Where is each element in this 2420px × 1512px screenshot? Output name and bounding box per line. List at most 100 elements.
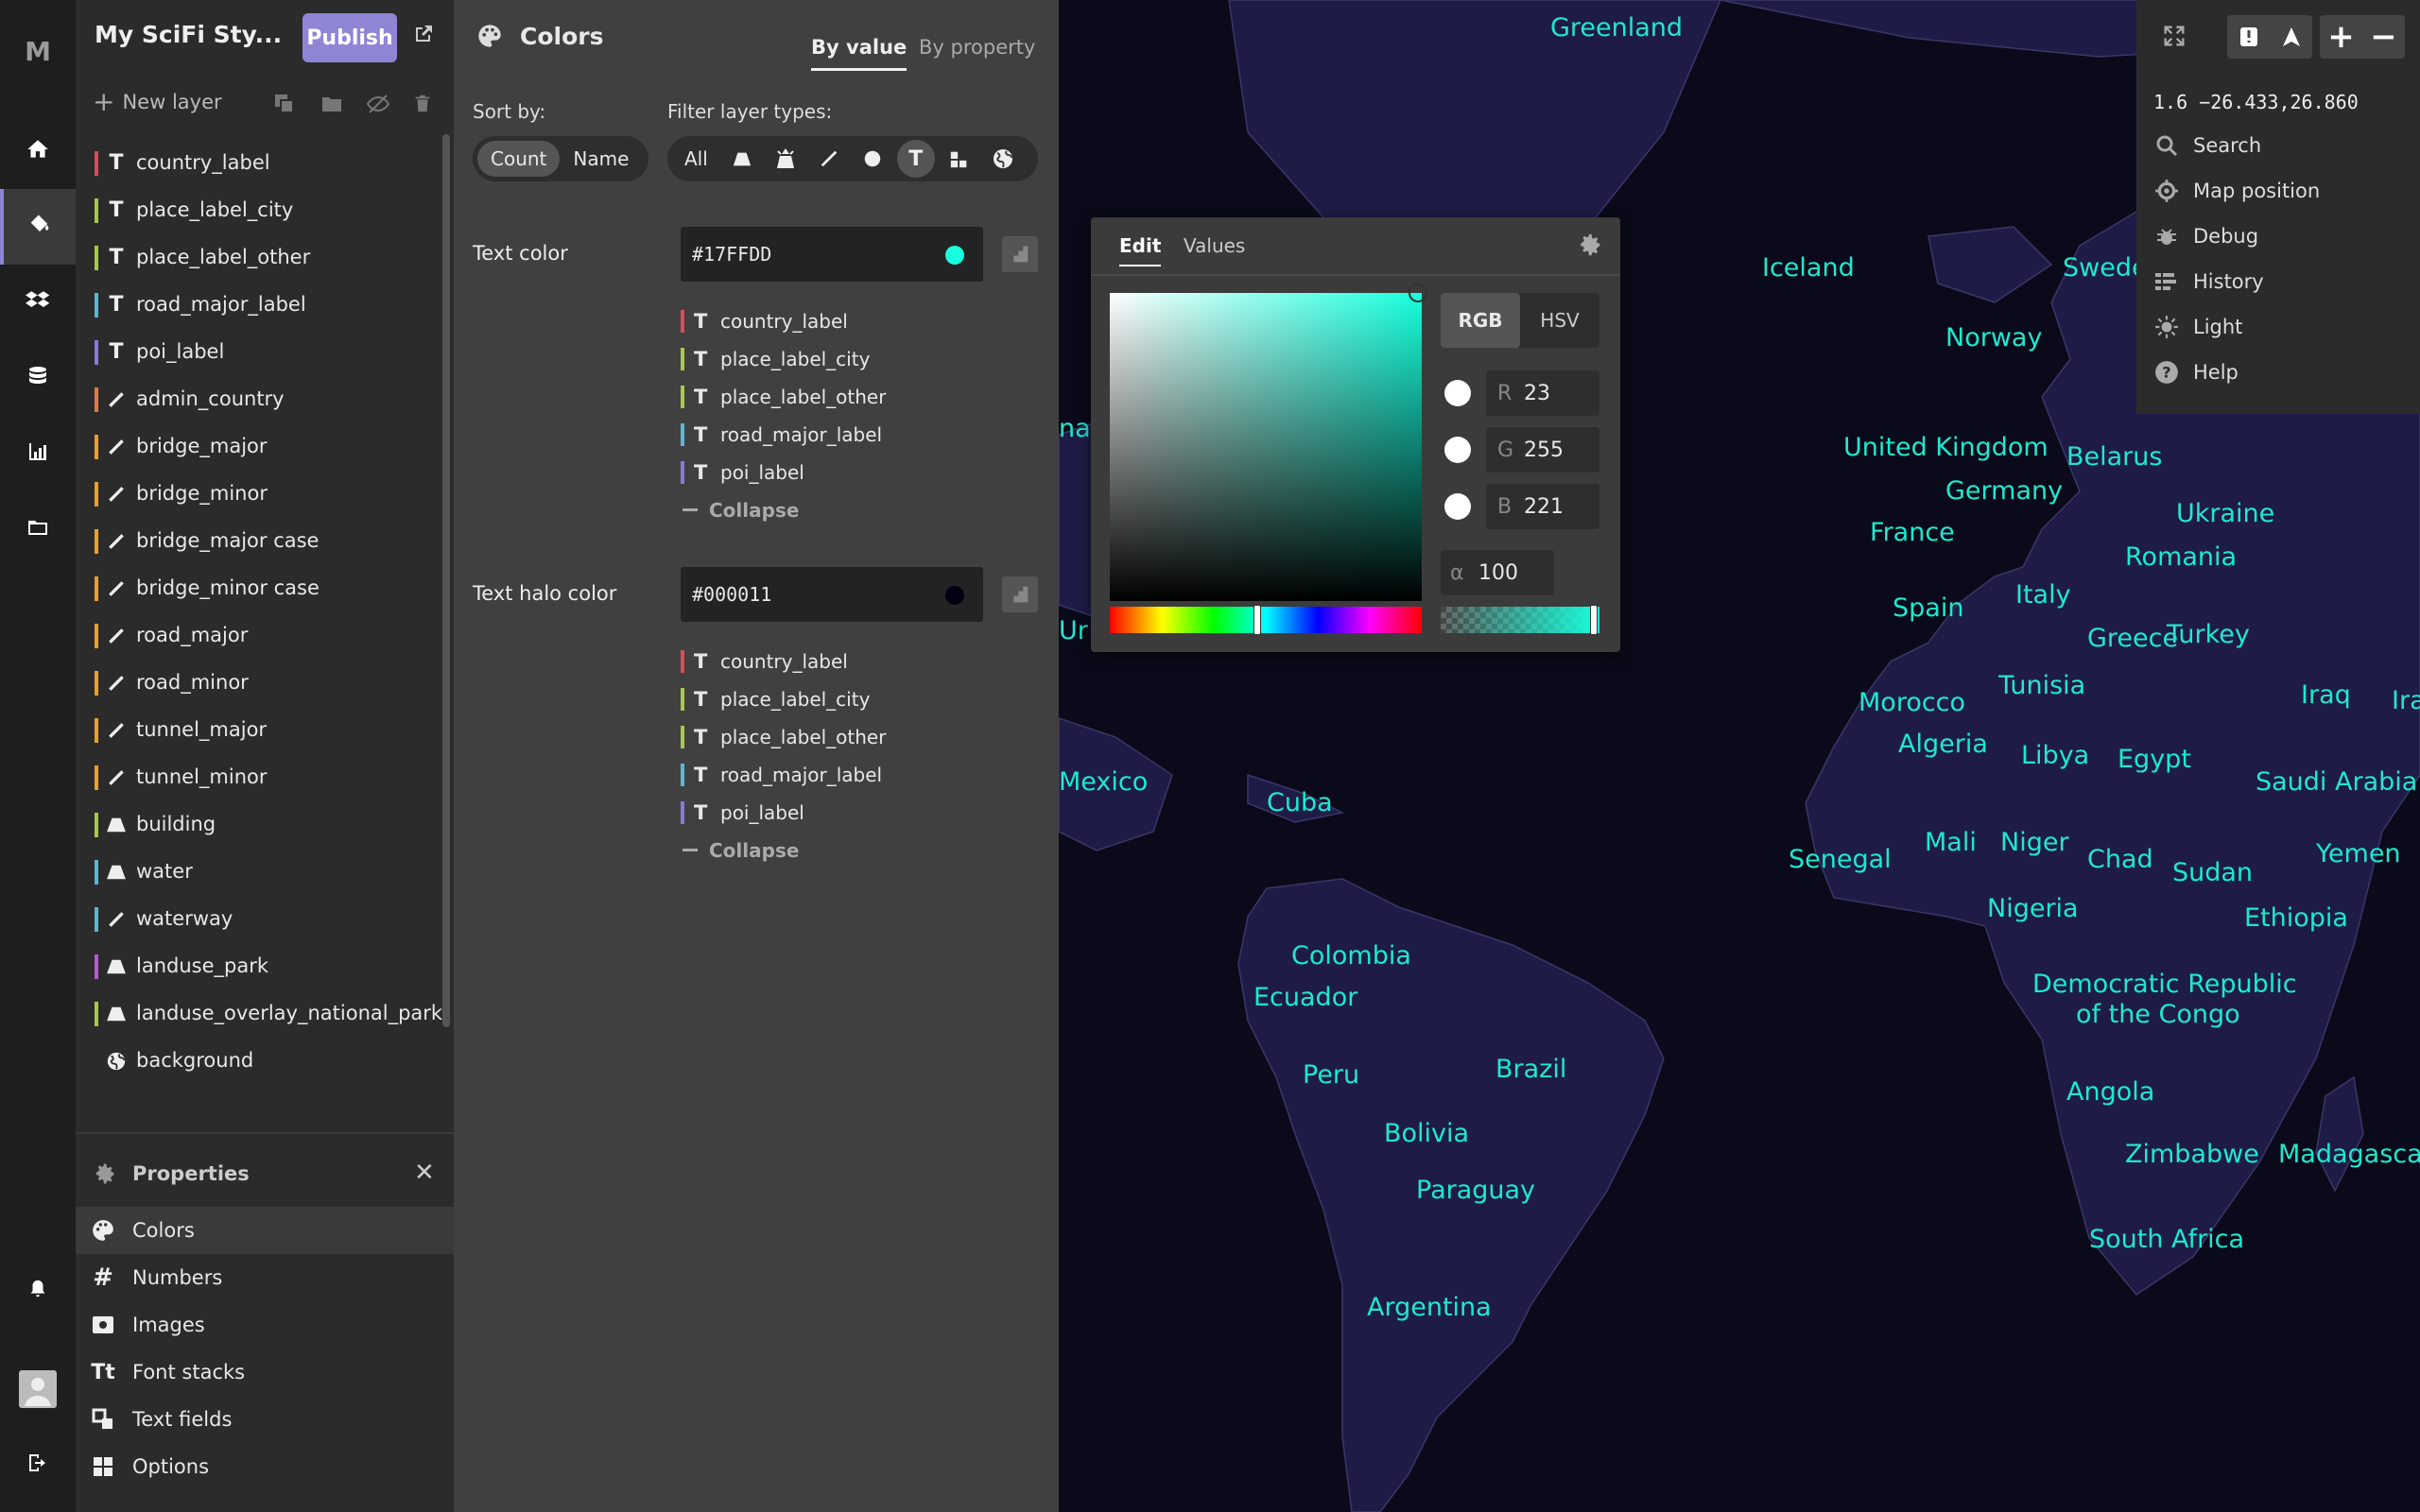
color-swatch[interactable] [945, 246, 964, 265]
zoom-in-button[interactable]: + [2320, 15, 2362, 59]
alpha-handle[interactable] [1590, 605, 1598, 635]
reset-bearing-button[interactable] [2227, 15, 2270, 59]
publish-button[interactable]: Publish [302, 13, 397, 62]
layer-name: waterway [136, 907, 233, 930]
picker-settings-gear-icon[interactable] [1575, 231, 1603, 263]
hue-handle[interactable] [1253, 605, 1261, 635]
mode-rgb-button[interactable]: RGB [1441, 293, 1520, 348]
heatmap-type-icon[interactable] [941, 148, 978, 169]
layer-item[interactable]: bridge_minor [76, 471, 440, 518]
trash-icon[interactable] [412, 91, 433, 119]
sort-name-button[interactable]: Name [560, 141, 642, 177]
layer-item[interactable]: road_minor [76, 660, 440, 707]
layer-item[interactable]: waterway [76, 896, 440, 943]
notifications-button[interactable] [0, 1253, 76, 1329]
color-value-field[interactable]: #000011 [681, 567, 983, 622]
filter-all-button[interactable]: All [675, 141, 717, 177]
stairs-icon[interactable] [1002, 236, 1038, 272]
files-nav-button[interactable] [0, 491, 76, 567]
g-input[interactable]: G 255 [1486, 427, 1599, 472]
g-channel-radio[interactable] [1444, 437, 1471, 463]
layer-item[interactable]: background [76, 1038, 440, 1085]
properties-item[interactable]: # Numbers [76, 1254, 454, 1301]
properties-item[interactable]: Options [76, 1443, 454, 1490]
stats-nav-button[interactable] [0, 416, 76, 491]
symbol-type-icon[interactable]: T [896, 140, 935, 178]
map-label-sudan: Sudan [2172, 858, 2254, 887]
layer-item[interactable]: Tplace_label_city [76, 187, 440, 234]
duplicate-icon[interactable] [272, 93, 297, 119]
properties-item[interactable]: Colors [76, 1207, 454, 1254]
b-channel-radio[interactable] [1444, 493, 1471, 520]
layer-item[interactable]: bridge_major [76, 423, 440, 471]
picker-tab-values[interactable]: Values [1184, 234, 1245, 257]
folder-group-icon[interactable] [320, 93, 344, 119]
map-label-nigeria: Nigeria [1987, 894, 2079, 923]
saturation-value-area[interactable] [1110, 293, 1422, 601]
user-avatar-button[interactable] [0, 1351, 76, 1427]
external-link-icon[interactable] [412, 23, 435, 49]
style-nav-button[interactable] [0, 189, 76, 265]
logout-button[interactable] [0, 1427, 76, 1503]
color-value-field[interactable]: #17FFDD [681, 227, 983, 282]
sources-nav-button[interactable] [0, 265, 76, 340]
layer-item[interactable]: water [76, 849, 440, 896]
map-tool-map-position[interactable]: Map position [2153, 172, 2320, 210]
alpha-slider[interactable] [1441, 607, 1599, 633]
compass-icon[interactable] [2270, 15, 2312, 59]
layer-item[interactable]: admin_country [76, 376, 440, 423]
layer-item[interactable]: building [76, 801, 440, 849]
layer-item[interactable]: tunnel_minor [76, 754, 440, 801]
layer-name: place_label_other [136, 246, 311, 268]
stairs-icon[interactable] [1002, 576, 1038, 612]
fullscreen-icon[interactable] [2161, 23, 2187, 53]
map-tool-light[interactable]: Light [2153, 308, 2242, 346]
properties-item[interactable]: Tt Font stacks [76, 1349, 454, 1396]
visibility-off-icon[interactable] [365, 93, 391, 119]
data-nav-button[interactable] [0, 340, 76, 416]
circle-type-icon[interactable] [854, 148, 891, 169]
layer-item[interactable]: Tplace_label_other [76, 234, 440, 282]
fill-type-icon[interactable] [723, 148, 761, 169]
map-tool-search[interactable]: Search [2153, 127, 2261, 164]
collapse-label: Collapse [709, 839, 800, 862]
line-type-icon[interactable] [810, 148, 848, 169]
mode-hsv-button[interactable]: HSV [1520, 293, 1599, 348]
saturation-cursor[interactable] [1409, 284, 1427, 302]
map-tool-help[interactable]: ? Help [2153, 353, 2238, 391]
fill-extrusion-type-icon[interactable] [767, 146, 804, 171]
layer-item[interactable]: road_major [76, 612, 440, 660]
close-icon[interactable]: ✕ [414, 1159, 435, 1187]
hue-slider[interactable] [1110, 607, 1422, 633]
b-input[interactable]: B 221 [1486, 484, 1599, 529]
layer-item[interactable]: bridge_minor case [76, 565, 440, 612]
home-nav-button[interactable] [0, 113, 76, 189]
alpha-input[interactable]: α 100 [1441, 550, 1554, 595]
r-channel-radio[interactable] [1444, 380, 1471, 406]
tab-by-value[interactable]: By value [811, 36, 908, 71]
new-layer-button[interactable]: + New layer [93, 89, 222, 115]
layer-item[interactable]: Troad_major_label [76, 282, 440, 329]
picker-tab-edit[interactable]: Edit [1119, 234, 1162, 266]
r-input[interactable]: R 23 [1486, 370, 1599, 416]
layer-item[interactable]: landuse_park [76, 943, 440, 990]
map-tool-label: History [2193, 270, 2264, 293]
zoom-out-button[interactable]: − [2362, 15, 2405, 59]
background-type-icon[interactable] [984, 147, 1022, 170]
map-label-south-africa: South Africa [2089, 1225, 2245, 1254]
color-swatch[interactable] [945, 586, 964, 605]
map-tool-debug[interactable]: Debug [2153, 217, 2258, 255]
sort-count-button[interactable]: Count [477, 141, 561, 177]
properties-item-label: Text fields [132, 1408, 233, 1431]
layer-item[interactable]: tunnel_major [76, 707, 440, 754]
layer-item[interactable]: landuse_overlay_national_park [76, 990, 442, 1038]
layer-list-scrollbar[interactable] [442, 134, 450, 1027]
map-tool-history[interactable]: History [2153, 263, 2264, 301]
layer-item[interactable]: Tcountry_label [76, 140, 440, 187]
properties-item[interactable]: Text fields [76, 1396, 454, 1443]
layer-color-bar [95, 387, 98, 412]
layer-item[interactable]: Tpoi_label [76, 329, 440, 376]
properties-item[interactable]: Images [76, 1301, 454, 1349]
layer-item[interactable]: bridge_major case [76, 518, 440, 565]
tab-by-property[interactable]: By property [919, 36, 1035, 59]
